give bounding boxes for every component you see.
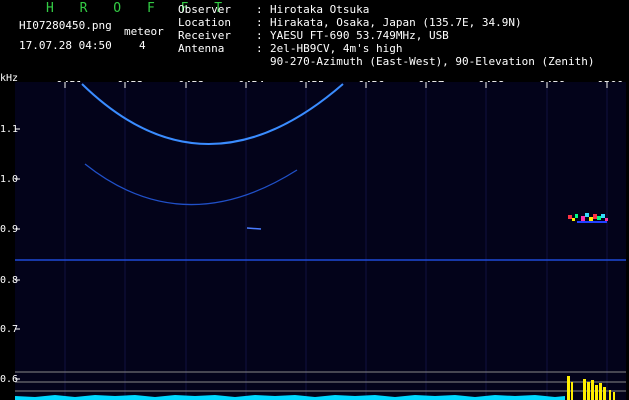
- info-value: Hirotaka Otsuka: [270, 3, 370, 16]
- info-value: YAESU FT-690 53.749MHz, USB: [270, 29, 449, 42]
- noise-level-strip: [15, 395, 565, 400]
- meteor-label: meteor: [124, 25, 164, 38]
- doppler-trace-strong: [81, 83, 344, 145]
- info-key: Observer: [178, 3, 231, 16]
- spectrogram-plot: [15, 82, 626, 400]
- filename-label: HI07280450.png: [19, 19, 112, 32]
- info-value: 2el-HB9CV, 4m's high: [270, 42, 403, 55]
- station-info: Observer : Hirotaka Otsuka Location : Hi…: [178, 3, 595, 68]
- info-key: Antenna: [178, 42, 225, 55]
- info-row-location: Location : Hirakata, Osaka, Japan (135.7…: [178, 16, 595, 29]
- meteor-echo-small: [246, 227, 262, 230]
- meteor-count: 4: [139, 39, 146, 52]
- meteor-level-bars: [567, 376, 615, 400]
- frequency-tick: 1.1: [0, 124, 19, 135]
- doppler-trace-weak: [84, 163, 298, 206]
- info-separator: :: [256, 3, 263, 16]
- spectrogram-window: H R O F F T HI07280450.png 17.07.28 04:5…: [0, 0, 629, 400]
- info-value: Hirakata, Osaka, Japan (135.7E, 34.9N): [270, 16, 522, 29]
- info-value: 90-270-Azimuth (East-West), 90-Elevation…: [270, 55, 595, 68]
- datetime-label: 17.07.28 04:50: [19, 39, 112, 52]
- frequency-tick-marks: [15, 128, 20, 380]
- info-key: [178, 55, 256, 68]
- info-separator: :: [256, 42, 263, 55]
- frequency-tick: 0.6: [0, 374, 19, 385]
- spectrogram-canvas: [15, 82, 626, 400]
- info-row-antenna-pattern: 90-270-Azimuth (East-West), 90-Elevation…: [178, 55, 595, 68]
- frequency-tick: 0.7: [0, 324, 19, 335]
- info-separator: :: [256, 16, 263, 29]
- info-key: Receiver: [178, 29, 231, 42]
- frequency-tick: 1.0: [0, 174, 19, 185]
- info-row-observer: Observer : Hirotaka Otsuka: [178, 3, 595, 16]
- info-row-antenna: Antenna : 2el-HB9CV, 4m's high: [178, 42, 595, 55]
- minute-tick-marks: [64, 82, 608, 88]
- info-key: Location: [178, 16, 231, 29]
- frequency-tick: 0.9: [0, 224, 19, 235]
- meteor-echo-burst: [568, 213, 608, 223]
- info-separator: :: [256, 29, 263, 42]
- info-row-receiver: Receiver : YAESU FT-690 53.749MHz, USB: [178, 29, 595, 42]
- frequency-tick: 0.8: [0, 275, 19, 286]
